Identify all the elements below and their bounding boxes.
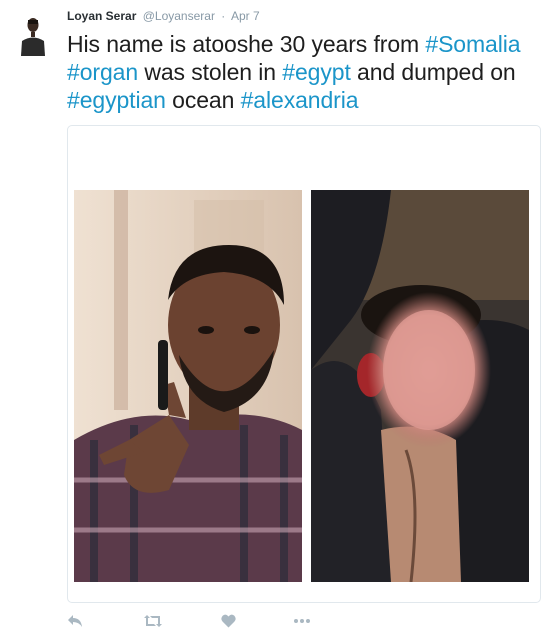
reply-icon[interactable] [67, 612, 83, 630]
tweet-text-segment: His name is atooshe 30 years from [67, 31, 426, 57]
tweet-header: Loyan Serar @Loyanserar · Apr 7 [67, 8, 260, 24]
hashtag-link[interactable]: #Somalia [425, 31, 520, 57]
tweet-text-segment: was stolen in [138, 59, 283, 85]
hashtag-link[interactable]: #alexandria [241, 87, 359, 113]
tweet-text: His name is atooshe 30 years from #Somal… [67, 30, 547, 114]
author-name[interactable]: Loyan Serar [67, 9, 136, 23]
hashtag-link[interactable]: #organ [67, 59, 138, 85]
separator-dot: · [221, 9, 226, 23]
tweet-text-segment: and dumped on [350, 59, 516, 85]
tweet[interactable]: Loyan Serar @Loyanserar · Apr 7 His name… [0, 0, 553, 638]
blurred-face-photo[interactable] [311, 190, 529, 582]
more-icon[interactable] [293, 612, 311, 630]
avatar[interactable] [19, 14, 47, 56]
author-handle[interactable]: @Loyanserar [143, 9, 215, 23]
media-card[interactable] [67, 125, 541, 603]
tweet-text-segment: ocean [165, 87, 241, 113]
timestamp[interactable]: Apr 7 [231, 9, 260, 23]
heart-icon[interactable] [221, 612, 236, 630]
portrait-photo[interactable] [74, 190, 302, 582]
hashtag-link[interactable]: #egyptian [67, 87, 166, 113]
retweet-icon[interactable] [144, 612, 162, 630]
hashtag-link[interactable]: #egypt [282, 59, 351, 85]
